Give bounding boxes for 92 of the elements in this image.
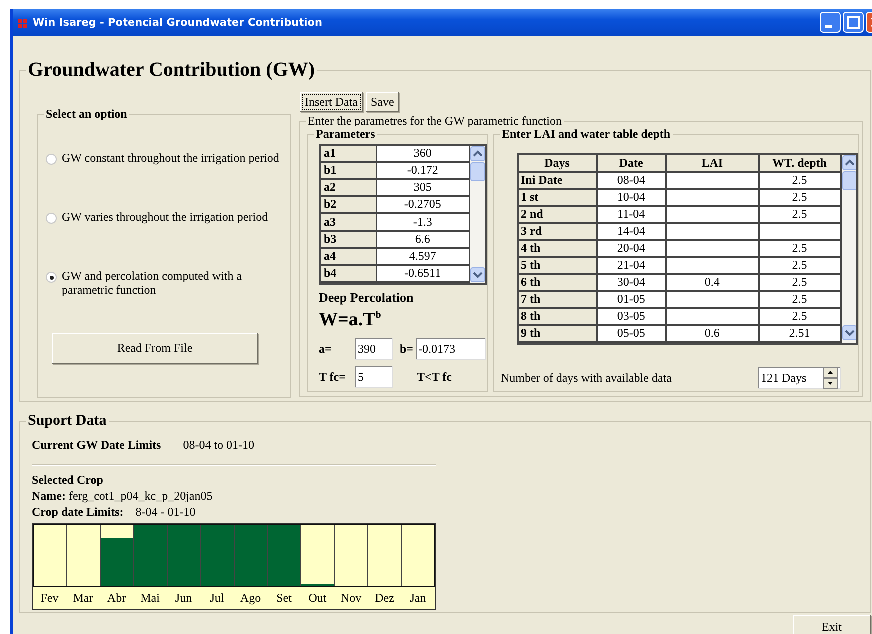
table-cell[interactable]: 05-05 xyxy=(596,325,666,342)
minimize-icon[interactable] xyxy=(820,12,841,33)
toolbar-button[interactable]: Insert Data xyxy=(300,92,363,112)
window-title: Win Isareg - Potencial Groundwater Contribution xyxy=(33,16,322,28)
crop-name: Name: ferg_cot1_p04_kc_p_20jan05 xyxy=(32,488,214,504)
app-icon xyxy=(17,16,28,28)
formula: W=a.T$^{b}$ xyxy=(319,308,382,330)
table-cell[interactable]: 0.6 xyxy=(666,325,759,342)
table-cell[interactable]: 03-05 xyxy=(596,308,666,325)
section-title: Deep Percolation xyxy=(319,290,415,306)
table-cell[interactable]: 21-04 xyxy=(596,257,666,274)
row-header: 5 th xyxy=(519,257,597,274)
vertical-scrollbar[interactable] xyxy=(470,146,485,283)
table-cell[interactable]: 2.5 xyxy=(758,257,841,274)
row-header: 7 th xyxy=(519,291,597,308)
month-label: Mar xyxy=(72,590,94,606)
table-cell[interactable]: 01-05 xyxy=(596,291,666,308)
group-title: Suport Data xyxy=(26,412,109,430)
maximize-icon[interactable] xyxy=(843,12,864,33)
input-field[interactable]: 5 xyxy=(355,366,393,388)
table-cell[interactable]: 2.5 xyxy=(758,274,841,291)
table-cell[interactable]: 2.5 xyxy=(758,291,841,308)
field-value: 08-04 to 01-10 xyxy=(183,438,255,453)
row-header: 3 rd xyxy=(519,223,597,240)
table-cell[interactable]: -1.3 xyxy=(376,213,470,231)
table-cell[interactable]: 360 xyxy=(376,146,470,162)
row-header: 2 nd xyxy=(519,206,597,223)
row-header: a2 xyxy=(321,179,376,196)
row-header: 6 th xyxy=(519,274,597,291)
radio-button[interactable] xyxy=(46,213,57,224)
table-cell[interactable]: 10-04 xyxy=(596,189,666,206)
month-label: Fev xyxy=(40,590,60,606)
field-label: Crop date Limits: xyxy=(32,505,124,519)
table-cell[interactable]: 2.5 xyxy=(758,172,841,189)
month-label: Nov xyxy=(340,590,363,606)
table-cell[interactable]: 2.5 xyxy=(758,308,841,325)
row-header: 4 th xyxy=(519,240,597,257)
row-header: 1 st xyxy=(519,189,597,206)
column-header: WT. depth xyxy=(758,155,841,172)
option-label[interactable]: GW constant throughout the irrigation period xyxy=(62,151,280,165)
month-label: Set xyxy=(276,590,293,606)
option-label[interactable]: GW varies throughout the irrigation period xyxy=(62,210,268,224)
table-cell[interactable]: 08-04 xyxy=(596,172,666,189)
spin-arrows-icon[interactable] xyxy=(823,367,838,389)
column-header: Days xyxy=(519,155,597,172)
exit-button[interactable]: Exit xyxy=(793,615,871,634)
input-field[interactable]: -0.0173 xyxy=(416,338,486,360)
table-cell[interactable]: 0.4 xyxy=(666,274,759,291)
field-label: Current GW Date Limits xyxy=(32,438,162,453)
radio-button[interactable] xyxy=(46,272,57,283)
vertical-scrollbar[interactable] xyxy=(842,155,856,341)
column-header: LAI xyxy=(666,155,759,172)
table-cell[interactable]: 2.5 xyxy=(758,206,841,223)
field-label: b= xyxy=(400,342,414,357)
table-cell[interactable]: 20-04 xyxy=(596,240,666,257)
input-field[interactable]: 390 xyxy=(355,338,393,360)
row-header: 9 th xyxy=(519,325,597,342)
row-header: 8 th xyxy=(519,308,597,325)
field-label: T fc= xyxy=(319,370,347,385)
month-label: Mai xyxy=(140,590,161,606)
condition-label: T<T fc xyxy=(417,370,452,385)
spin-field[interactable]: 121 Days xyxy=(758,367,841,389)
month-label: Jan xyxy=(409,590,428,606)
table-cell[interactable]: -0.2705 xyxy=(376,196,470,214)
row-header: b2 xyxy=(321,196,376,214)
row-header: b1 xyxy=(321,162,376,180)
row-header: a3 xyxy=(321,213,376,231)
month-label: Out xyxy=(308,590,328,606)
toolbar-button[interactable]: Save xyxy=(366,92,400,112)
month-label: Jul xyxy=(209,590,226,606)
field-label: a= xyxy=(319,342,333,357)
row-header: Ini Date xyxy=(519,172,597,189)
month-label: Jun xyxy=(174,590,194,606)
column-header: Date xyxy=(596,155,666,172)
table-cell[interactable]: 11-04 xyxy=(596,206,666,223)
month-label: Ago xyxy=(239,590,262,606)
option-label[interactable]: GW and percolation computed with a parametric function xyxy=(62,269,282,297)
field-value: 8-04 - 01-10 xyxy=(136,505,196,519)
table-cell[interactable]: 2.5 xyxy=(758,240,841,257)
table-cell[interactable]: 305 xyxy=(376,179,470,196)
field-label: Number of days with available data xyxy=(501,370,672,386)
month-label: Abr xyxy=(106,590,128,606)
read-from-file-button[interactable]: Read From File xyxy=(52,333,258,364)
table-cell[interactable]: 30-04 xyxy=(596,274,666,291)
row-header: a1 xyxy=(321,146,376,162)
table-cell[interactable]: 2.5 xyxy=(758,189,841,206)
table-cell[interactable]: -0.172 xyxy=(376,162,470,180)
section-title: Selected Crop xyxy=(32,472,104,488)
month-label: Dez xyxy=(374,590,396,606)
table-cell[interactable]: 2.51 xyxy=(758,325,841,342)
radio-button[interactable] xyxy=(46,154,57,165)
table-cell[interactable]: 14-04 xyxy=(596,223,666,240)
